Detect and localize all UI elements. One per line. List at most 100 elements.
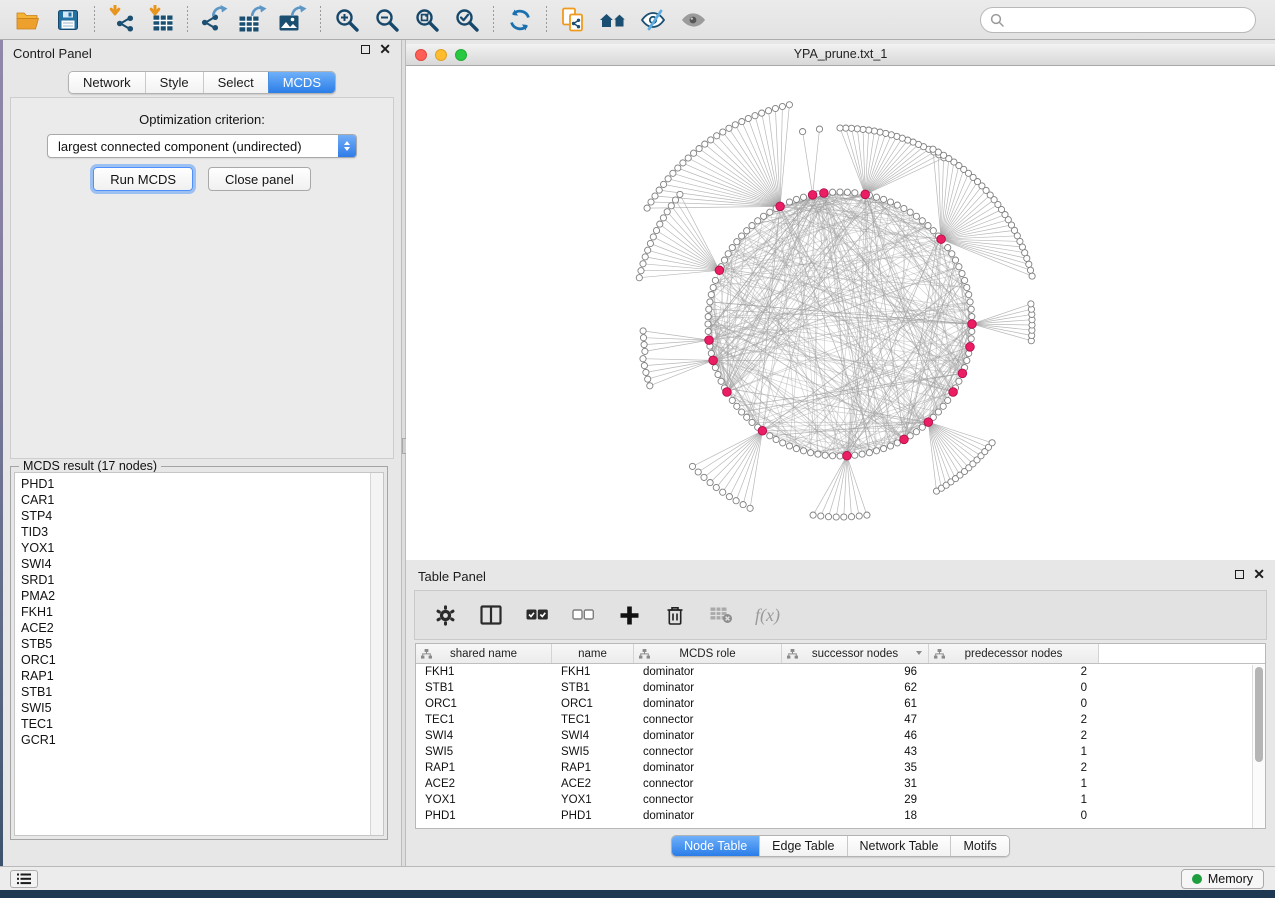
graph-node[interactable] (887, 199, 893, 205)
graph-node[interactable] (854, 126, 860, 132)
graph-node[interactable] (640, 261, 646, 267)
graph-node[interactable] (707, 480, 713, 486)
graph-node[interactable] (969, 328, 975, 334)
create-column-button[interactable] (617, 603, 641, 627)
graph-node[interactable] (1026, 261, 1032, 267)
graph-node[interactable] (822, 452, 828, 458)
graph-hub-node[interactable] (820, 189, 829, 198)
search-input[interactable] (1010, 13, 1255, 28)
graph-node[interactable] (705, 321, 711, 327)
graph-node[interactable] (708, 350, 714, 356)
graph-node[interactable] (962, 277, 968, 283)
select-all-rows-button[interactable] (525, 603, 549, 627)
graph-node[interactable] (864, 512, 870, 518)
column-header-name[interactable]: name (552, 644, 634, 663)
graph-node[interactable] (966, 292, 972, 298)
float-window-icon[interactable] (1235, 570, 1244, 579)
graph-node[interactable] (689, 463, 695, 469)
deselect-all-rows-button[interactable] (571, 603, 595, 627)
close-window-icon[interactable] (415, 49, 427, 61)
graph-node[interactable] (1028, 301, 1034, 307)
graph-node[interactable] (672, 197, 678, 203)
graph-node[interactable] (652, 193, 658, 199)
result-item[interactable]: ORC1 (21, 652, 383, 668)
network-graph[interactable] (406, 66, 1275, 560)
zoom-selected-button[interactable] (447, 4, 487, 36)
graph-node[interactable] (881, 446, 887, 452)
open-file-button[interactable] (8, 4, 48, 36)
graph-node[interactable] (712, 365, 718, 371)
graph-node[interactable] (1027, 267, 1033, 273)
graph-node[interactable] (848, 514, 854, 520)
graph-node[interactable] (696, 146, 702, 152)
table-row[interactable]: ACE2ACE2connector311 (416, 776, 1265, 792)
graph-node[interactable] (866, 450, 872, 456)
graph-node[interactable] (657, 221, 663, 227)
graph-node[interactable] (793, 446, 799, 452)
table-row[interactable]: STB1STB1dominator620 (416, 680, 1265, 696)
tab-network-table[interactable]: Network Table (847, 836, 951, 856)
graph-hub-node[interactable] (861, 190, 870, 199)
show-panels-button[interactable] (10, 870, 38, 888)
tab-style[interactable]: Style (145, 72, 203, 93)
graph-node[interactable] (800, 194, 806, 200)
graph-node[interactable] (729, 397, 735, 403)
graph-node[interactable] (636, 275, 642, 281)
column-header-MCDS-role[interactable]: MCDS role (634, 644, 782, 663)
graph-hub-node[interactable] (968, 320, 977, 329)
graph-node[interactable] (852, 190, 858, 196)
export-image-button[interactable] (274, 4, 314, 36)
graph-node[interactable] (708, 292, 714, 298)
graph-node[interactable] (645, 247, 651, 253)
graph-node[interactable] (873, 194, 879, 200)
graph-node[interactable] (726, 494, 732, 500)
graph-node[interactable] (733, 498, 739, 504)
graph-node[interactable] (643, 369, 649, 375)
graph-node[interactable] (640, 335, 646, 341)
graph-node[interactable] (708, 137, 714, 143)
graph-node[interactable] (969, 314, 975, 320)
graph-node[interactable] (648, 199, 654, 205)
result-item[interactable]: TEC1 (21, 716, 383, 732)
mcds-result-list[interactable]: PHD1CAR1STP4TID3YOX1SWI4SRD1PMA2FKH1ACE2… (14, 472, 384, 836)
scrollbar-thumb[interactable] (1255, 667, 1263, 762)
graph-node[interactable] (650, 234, 656, 240)
graph-node[interactable] (721, 257, 727, 263)
graph-node[interactable] (660, 215, 666, 221)
graph-node[interactable] (959, 270, 965, 276)
graph-node[interactable] (808, 450, 814, 456)
graph-hub-node[interactable] (776, 202, 785, 211)
graph-node[interactable] (967, 299, 973, 305)
float-window-icon[interactable] (361, 45, 370, 54)
graph-node[interactable] (685, 155, 691, 161)
graph-node[interactable] (726, 125, 732, 131)
graph-node[interactable] (780, 440, 786, 446)
graph-node[interactable] (642, 254, 648, 260)
graph-node[interactable] (644, 205, 650, 211)
graph-hub-node[interactable] (758, 427, 767, 436)
graph-node[interactable] (732, 122, 738, 128)
graph-node[interactable] (640, 356, 646, 362)
graph-node[interactable] (800, 448, 806, 454)
result-item[interactable]: SWI5 (21, 700, 383, 716)
graph-node[interactable] (815, 451, 821, 457)
node-table[interactable]: shared namenameMCDS rolesuccessor nodesp… (415, 643, 1266, 829)
minimize-window-icon[interactable] (435, 49, 447, 61)
graph-node[interactable] (675, 165, 681, 171)
zoom-out-button[interactable] (367, 4, 407, 36)
graph-node[interactable] (989, 440, 995, 446)
delete-columns-button[interactable] (663, 603, 687, 627)
graph-node[interactable] (800, 129, 806, 135)
result-item[interactable]: GCR1 (21, 732, 383, 748)
graph-node[interactable] (964, 357, 970, 363)
graph-node[interactable] (739, 409, 745, 415)
graph-node[interactable] (755, 218, 761, 224)
graph-node[interactable] (734, 239, 740, 245)
graph-node[interactable] (772, 105, 778, 111)
table-row[interactable]: SWI4SWI4dominator462 (416, 728, 1265, 744)
table-row[interactable]: PHD1PHD1dominator180 (416, 808, 1265, 824)
graph-node[interactable] (705, 314, 711, 320)
graph-node[interactable] (843, 125, 849, 131)
import-table-button[interactable] (141, 4, 181, 36)
table-row[interactable]: ORC1ORC1dominator610 (416, 696, 1265, 712)
